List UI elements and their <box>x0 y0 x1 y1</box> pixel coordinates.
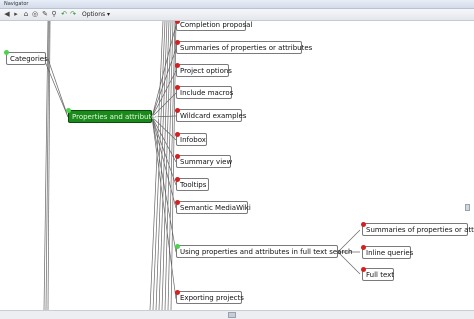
leaf-dot <box>175 40 180 45</box>
mindmap-canvas[interactable]: Categories Properties and attributes Com… <box>0 21 474 310</box>
leaf-dot <box>175 132 180 137</box>
edit-icon[interactable]: ✎ <box>41 10 49 19</box>
node-infobox[interactable]: Infobox <box>176 133 207 146</box>
leaf-dot <box>361 245 366 250</box>
vertical-scroll-thumb[interactable] <box>465 204 470 211</box>
leaf-dot <box>175 177 180 182</box>
leaf-dot <box>175 63 180 68</box>
node-tooltips[interactable]: Tooltips <box>176 178 209 191</box>
window-title: Navigator <box>4 1 29 7</box>
expanded-dot <box>4 50 9 55</box>
search-icon[interactable]: ⚲ <box>50 10 58 19</box>
node-semantic-mediawiki[interactable]: Semantic MediaWiki <box>176 201 251 214</box>
leaf-dot <box>175 154 180 159</box>
toolbar: ◀ ▸ ⌂ ◎ ✎ ⚲ ↶ ↷ Options ▾ <box>0 9 474 21</box>
node-summaries-sub[interactable]: Summaries of properties or attrib <box>362 223 474 236</box>
node-full-text-search[interactable]: Using properties and attributes in full … <box>176 245 352 258</box>
window-titlebar: Navigator <box>0 0 474 9</box>
refresh-icon[interactable]: ◎ <box>31 10 39 19</box>
node-properties-and-attributes[interactable]: Properties and attributes <box>68 110 159 123</box>
options-menu[interactable]: Options ▾ <box>82 10 110 19</box>
node-wildcard-examples[interactable]: Wildcard examples <box>176 109 246 122</box>
node-categories[interactable]: Categories <box>6 52 48 65</box>
forward-icon[interactable]: ▸ <box>12 10 20 19</box>
back-icon[interactable]: ◀ <box>3 10 11 19</box>
node-completion-proposal[interactable]: Completion proposal <box>176 21 252 31</box>
horizontal-scroll-thumb[interactable] <box>228 312 236 318</box>
home-icon[interactable]: ⌂ <box>22 10 30 19</box>
node-full-text[interactable]: Full text <box>362 268 394 281</box>
node-summary-view[interactable]: Summary view <box>176 155 232 168</box>
leaf-dot <box>175 85 180 90</box>
leaf-dot <box>175 290 180 295</box>
node-exporting-projects[interactable]: Exporting projects <box>176 291 244 304</box>
leaf-dot <box>175 108 180 113</box>
expanded-dot <box>175 244 180 249</box>
leaf-dot <box>175 200 180 205</box>
node-summaries[interactable]: Summaries of properties or attributes <box>176 41 312 54</box>
node-include-macros[interactable]: Include macros <box>176 86 233 99</box>
expanded-dot <box>66 108 71 113</box>
node-project-options[interactable]: Project options <box>176 64 232 77</box>
undo-icon[interactable]: ↶ <box>60 10 68 19</box>
leaf-dot <box>361 267 366 272</box>
link-lines <box>43 21 361 310</box>
redo-icon[interactable]: ↷ <box>69 10 77 19</box>
node-inline-queries[interactable]: Inline queries <box>362 246 413 259</box>
leaf-dot <box>361 222 366 227</box>
